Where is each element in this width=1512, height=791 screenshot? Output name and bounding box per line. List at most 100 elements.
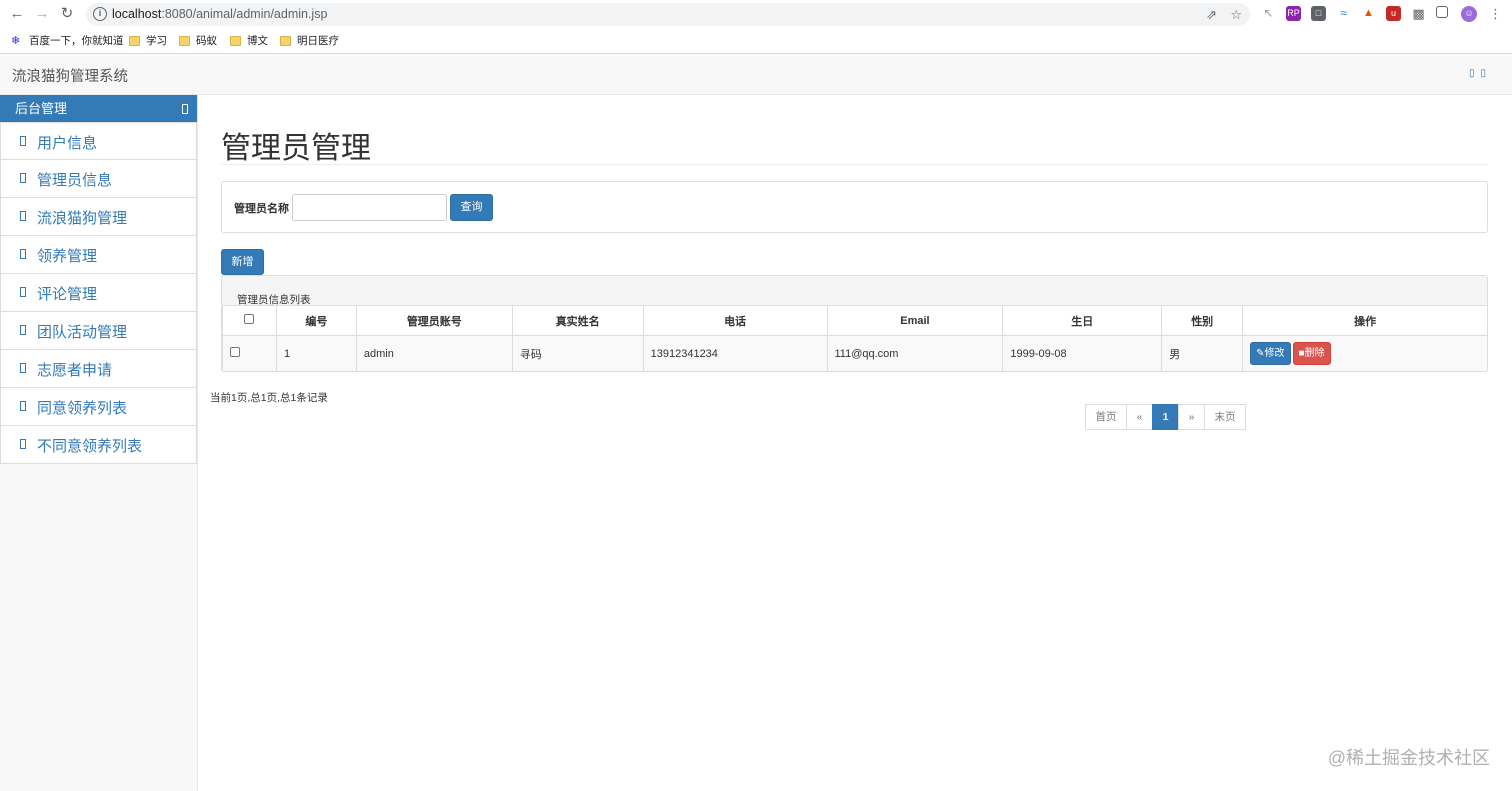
figure-extension-icon[interactable]: ▲ [1361, 6, 1376, 21]
search-button[interactable]: 查询 [450, 194, 493, 221]
cell-birthday: 1999-09-08 [1002, 335, 1163, 371]
admin-table: 编号 管理员账号 真实姓名 电话 Email 生日 性别 操作 1 admin … [222, 305, 1487, 371]
sidebar-item-users[interactable]: 用户信息 [0, 122, 197, 160]
cell-account: admin [355, 335, 513, 371]
sidebar-item-rejected-adoptions[interactable]: 不同意领养列表 [0, 426, 197, 464]
folder-icon [230, 35, 241, 46]
navbar-logout-icon[interactable]: ▯ [1480, 68, 1492, 79]
bookmark-folder-blog[interactable]: 博文 [230, 33, 268, 48]
bookmark-folder-medical[interactable]: 明日医疗 [280, 33, 339, 48]
page-next[interactable]: » [1178, 404, 1205, 430]
folder-icon [129, 35, 140, 46]
sidebar-menu: 用户信息 管理员信息 流浪猫狗管理 领养管理 评论管理 团队活动管理 志愿者申请… [0, 122, 197, 464]
sidebar-item-team-activities[interactable]: 团队活动管理 [0, 312, 197, 350]
cell-email: 111@qq.com [826, 335, 1004, 371]
delete-button[interactable]: ■删除 [1292, 342, 1331, 365]
bookmark-star-icon[interactable]: ☆ [1230, 7, 1242, 23]
sidebar-item-label: 管理员信息 [37, 172, 113, 189]
sidebar-item-label: 团队活动管理 [37, 324, 128, 341]
sidebar-item-admins[interactable]: 管理员信息 [0, 160, 197, 198]
menu-item-icon [20, 173, 26, 183]
extensions-puzzle-icon[interactable]: ▩ [1411, 6, 1426, 21]
layers-extension-icon[interactable]: ≈ [1336, 6, 1351, 21]
bookmark-folder-study[interactable]: 学习 [129, 33, 167, 48]
sidebar-item-label: 志愿者申请 [37, 362, 113, 379]
cell-id: 1 [275, 335, 357, 371]
add-button[interactable]: 新增 [221, 249, 264, 275]
page-last[interactable]: 末页 [1204, 404, 1246, 430]
sidebar-item-label: 不同意领养列表 [37, 438, 143, 455]
menu-item-icon [20, 401, 26, 411]
sidebar: 后台管理 用户信息 管理员信息 流浪猫狗管理 领养管理 评论管理 团队活动管理 … [0, 95, 198, 791]
rp-extension-icon[interactable]: RP [1286, 6, 1301, 21]
sidebar-header[interactable]: 后台管理 [0, 95, 197, 122]
watermark: @稀土掘金技术社区 [1327, 748, 1490, 768]
menu-item-icon [20, 439, 26, 449]
admin-name-input[interactable] [292, 194, 447, 221]
col-header-real-name: 真实姓名 [511, 305, 644, 336]
store-extension-icon[interactable]: □ [1311, 6, 1326, 21]
page-title: 管理员管理 [221, 132, 371, 165]
sidebar-item-volunteer[interactable]: 志愿者申请 [0, 350, 197, 388]
bookmark-label: 学习 [146, 35, 167, 47]
sidebar-item-adoption[interactable]: 领养管理 [0, 236, 197, 274]
reload-icon[interactable]: ↻ [57, 4, 77, 24]
kebab-menu-icon[interactable]: ⋮ [1488, 6, 1503, 21]
browser-chrome: ← → ↻ i localhost:8080/animal/admin/admi… [0, 0, 1512, 54]
bookmark-label: 明日医疗 [297, 35, 339, 47]
app-brand[interactable]: 流浪猫狗管理系统 [12, 65, 128, 86]
navbar-user-icon[interactable]: ▯ [1469, 68, 1481, 79]
page-prev[interactable]: « [1126, 404, 1153, 430]
sidebar-item-label: 领养管理 [37, 248, 98, 265]
bookmark-label: 码蚁 [196, 35, 217, 47]
menu-item-icon [20, 249, 26, 259]
folder-icon [280, 35, 291, 46]
cell-real-name: 寻码 [511, 335, 644, 371]
bookmark-label: 博文 [247, 35, 268, 47]
sidebar-item-approved-adoptions[interactable]: 同意领养列表 [0, 388, 197, 426]
bookmark-label: 百度一下，你就知道 [29, 35, 124, 47]
forward-icon[interactable]: → [32, 4, 52, 24]
navbar-icons: ▯▯ [1469, 68, 1492, 79]
folder-icon [179, 35, 190, 46]
address-bar[interactable]: i localhost:8080/animal/admin/admin.jsp … [86, 3, 1250, 26]
table-row: 1 admin 寻码 13912341234 111@qq.com 1999-0… [222, 335, 1487, 371]
cell-phone: 13912341234 [642, 335, 828, 371]
back-icon[interactable]: ← [7, 4, 27, 24]
baidu-paw-icon: ❄ [11, 34, 21, 47]
ublock-extension-icon[interactable]: u [1386, 6, 1401, 21]
search-panel: 管理员名称 查询 [221, 181, 1488, 233]
sidebar-item-stray-animals[interactable]: 流浪猫狗管理 [0, 198, 197, 236]
row-select-cell [222, 335, 277, 371]
row-checkbox[interactable] [230, 347, 240, 357]
cursor-extension-icon[interactable]: ↖ [1261, 6, 1276, 21]
page-current[interactable]: 1 [1152, 404, 1179, 430]
sidebar-item-label: 流浪猫狗管理 [37, 210, 128, 227]
page-first[interactable]: 首页 [1085, 404, 1127, 430]
address-row: ← → ↻ i localhost:8080/animal/admin/admi… [0, 0, 1512, 29]
app-navbar: 流浪猫狗管理系统 ▯▯ [0, 54, 1512, 95]
url-text[interactable]: localhost:8080/animal/admin/admin.jsp [112, 7, 327, 21]
title-divider [221, 164, 1488, 165]
col-header-account: 管理员账号 [355, 305, 513, 336]
cell-gender: 男 [1161, 335, 1244, 371]
bookmark-folder-mayi[interactable]: 码蚁 [179, 33, 217, 48]
menu-item-icon [20, 363, 26, 373]
info-icon[interactable]: i [93, 7, 107, 21]
menu-item-icon [20, 136, 26, 146]
sidebar-item-comments[interactable]: 评论管理 [0, 274, 197, 312]
menu-item-icon [20, 211, 26, 221]
bookmark-baidu[interactable]: ❄ 百度一下，你就知道 [11, 33, 124, 48]
side-panel-icon[interactable] [1436, 6, 1448, 18]
url-host: localhost [112, 7, 162, 21]
edit-button[interactable]: ✎修改 [1250, 342, 1291, 365]
share-icon[interactable]: ⇗ [1206, 7, 1217, 23]
profile-avatar[interactable]: ☺ [1461, 6, 1477, 22]
cell-actions: ✎修改 ■删除 [1242, 335, 1487, 371]
menu-item-icon [20, 325, 26, 335]
select-all-checkbox[interactable] [244, 314, 255, 324]
col-header-actions: 操作 [1242, 305, 1487, 336]
collapse-icon[interactable] [182, 104, 188, 114]
edit-label: 修改 [1264, 348, 1285, 359]
menu-item-icon [20, 287, 26, 297]
